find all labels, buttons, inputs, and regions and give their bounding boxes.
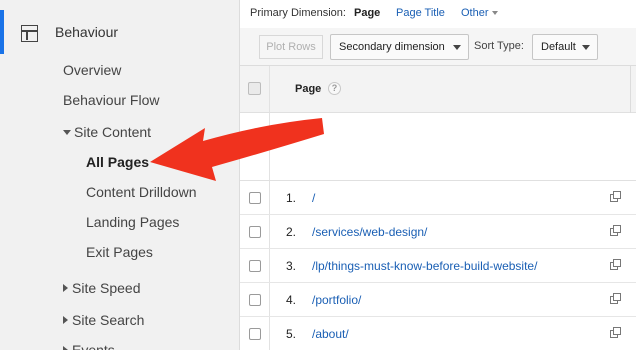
row-number: 2.	[286, 225, 297, 239]
table-header-row: Page ?	[240, 66, 636, 113]
expand-right-icon	[63, 316, 68, 325]
primary-dimension-other[interactable]: Other	[461, 7, 498, 19]
sidebar-item-landing-pages[interactable]: Landing Pages	[86, 214, 179, 230]
primary-dimension-label: Primary Dimension:	[250, 7, 346, 19]
row-checkbox[interactable]	[249, 226, 261, 238]
row-checkbox[interactable]	[249, 192, 261, 204]
secondary-dimension-select[interactable]: Secondary dimension	[330, 34, 469, 60]
secondary-dimension-label: Secondary dimension	[339, 41, 445, 53]
row-number: 1.	[286, 191, 297, 205]
table-row: 5. /about/	[240, 317, 636, 350]
sort-type-select[interactable]: Default	[532, 34, 598, 60]
select-all-checkbox[interactable]	[248, 82, 261, 95]
primary-dimension-bar: Primary Dimension: Page Page Title Other	[240, 0, 636, 28]
chevron-down-icon	[582, 45, 590, 50]
sidebar-item-all-pages[interactable]: All Pages	[86, 154, 149, 170]
table-row: 2. /services/web-design/	[240, 215, 636, 249]
page-link[interactable]: /services/web-design/	[312, 225, 427, 239]
table-toolbar: Plot Rows Secondary dimension Sort Type:…	[240, 28, 636, 66]
expand-right-icon	[63, 284, 68, 293]
row-number: 5.	[286, 327, 297, 341]
sidebar-item-site-content[interactable]: Site Content	[63, 124, 151, 140]
table-row: 3. /lp/things-must-know-before-build-web…	[240, 249, 636, 283]
pages-table: Page ? 1. / 2. /services/web-design/ 3. …	[240, 66, 636, 350]
column-header-page[interactable]: Page	[295, 83, 321, 95]
row-checkbox[interactable]	[249, 294, 261, 306]
open-external-icon[interactable]	[610, 293, 622, 305]
sort-type-label: Sort Type:	[474, 40, 524, 52]
primary-dimension-page[interactable]: Page	[354, 7, 380, 19]
summary-row	[240, 113, 636, 181]
sidebar-section-behaviour[interactable]: Behaviour	[0, 10, 240, 54]
select-column	[240, 113, 270, 180]
page-link[interactable]: /portfolio/	[312, 293, 361, 307]
chevron-down-icon	[453, 45, 461, 50]
open-external-icon[interactable]	[610, 259, 622, 271]
sidebar-nav: Behaviour Overview Behaviour Flow Site C…	[0, 0, 240, 350]
expand-down-icon	[63, 129, 71, 135]
sidebar-item-site-search[interactable]: Site Search	[63, 312, 144, 328]
plot-rows-button[interactable]: Plot Rows	[259, 35, 323, 59]
row-checkbox[interactable]	[249, 328, 261, 340]
sidebar-item-content-drilldown[interactable]: Content Drilldown	[86, 184, 197, 200]
layout-icon	[21, 25, 38, 42]
row-number: 4.	[286, 293, 297, 307]
table-row: 4. /portfolio/	[240, 283, 636, 317]
sidebar-item-label: Events	[72, 342, 115, 350]
sidebar-item-exit-pages[interactable]: Exit Pages	[86, 244, 153, 260]
open-external-icon[interactable]	[610, 191, 622, 203]
expand-right-icon	[63, 346, 68, 350]
sidebar-item-events[interactable]: Events	[63, 342, 115, 350]
open-external-icon[interactable]	[610, 225, 622, 237]
other-label: Other	[461, 7, 489, 19]
sidebar-item-overview[interactable]: Overview	[63, 62, 121, 78]
sidebar-item-site-speed[interactable]: Site Speed	[63, 280, 141, 296]
sidebar-item-label: Site Search	[72, 312, 145, 328]
sort-type-value: Default	[541, 41, 576, 53]
row-checkbox[interactable]	[249, 260, 261, 272]
help-icon[interactable]: ?	[328, 82, 341, 95]
sidebar-item-behaviour-flow[interactable]: Behaviour Flow	[63, 92, 160, 108]
page-link[interactable]: /about/	[312, 327, 349, 341]
page-link[interactable]: /lp/things-must-know-before-build-websit…	[312, 259, 537, 273]
primary-dimension-page-title[interactable]: Page Title	[396, 7, 445, 19]
sidebar-item-label: Site Content	[74, 124, 152, 140]
select-column-header	[240, 66, 270, 112]
active-section-indicator	[0, 10, 4, 54]
sidebar-section-title: Behaviour	[55, 24, 119, 40]
page-link[interactable]: /	[312, 191, 315, 205]
table-row: 1. /	[240, 181, 636, 215]
open-external-icon[interactable]	[610, 327, 622, 339]
chevron-down-icon	[491, 11, 498, 16]
sidebar-item-label: Site Speed	[72, 280, 141, 296]
row-number: 3.	[286, 259, 297, 273]
column-divider	[630, 66, 631, 113]
